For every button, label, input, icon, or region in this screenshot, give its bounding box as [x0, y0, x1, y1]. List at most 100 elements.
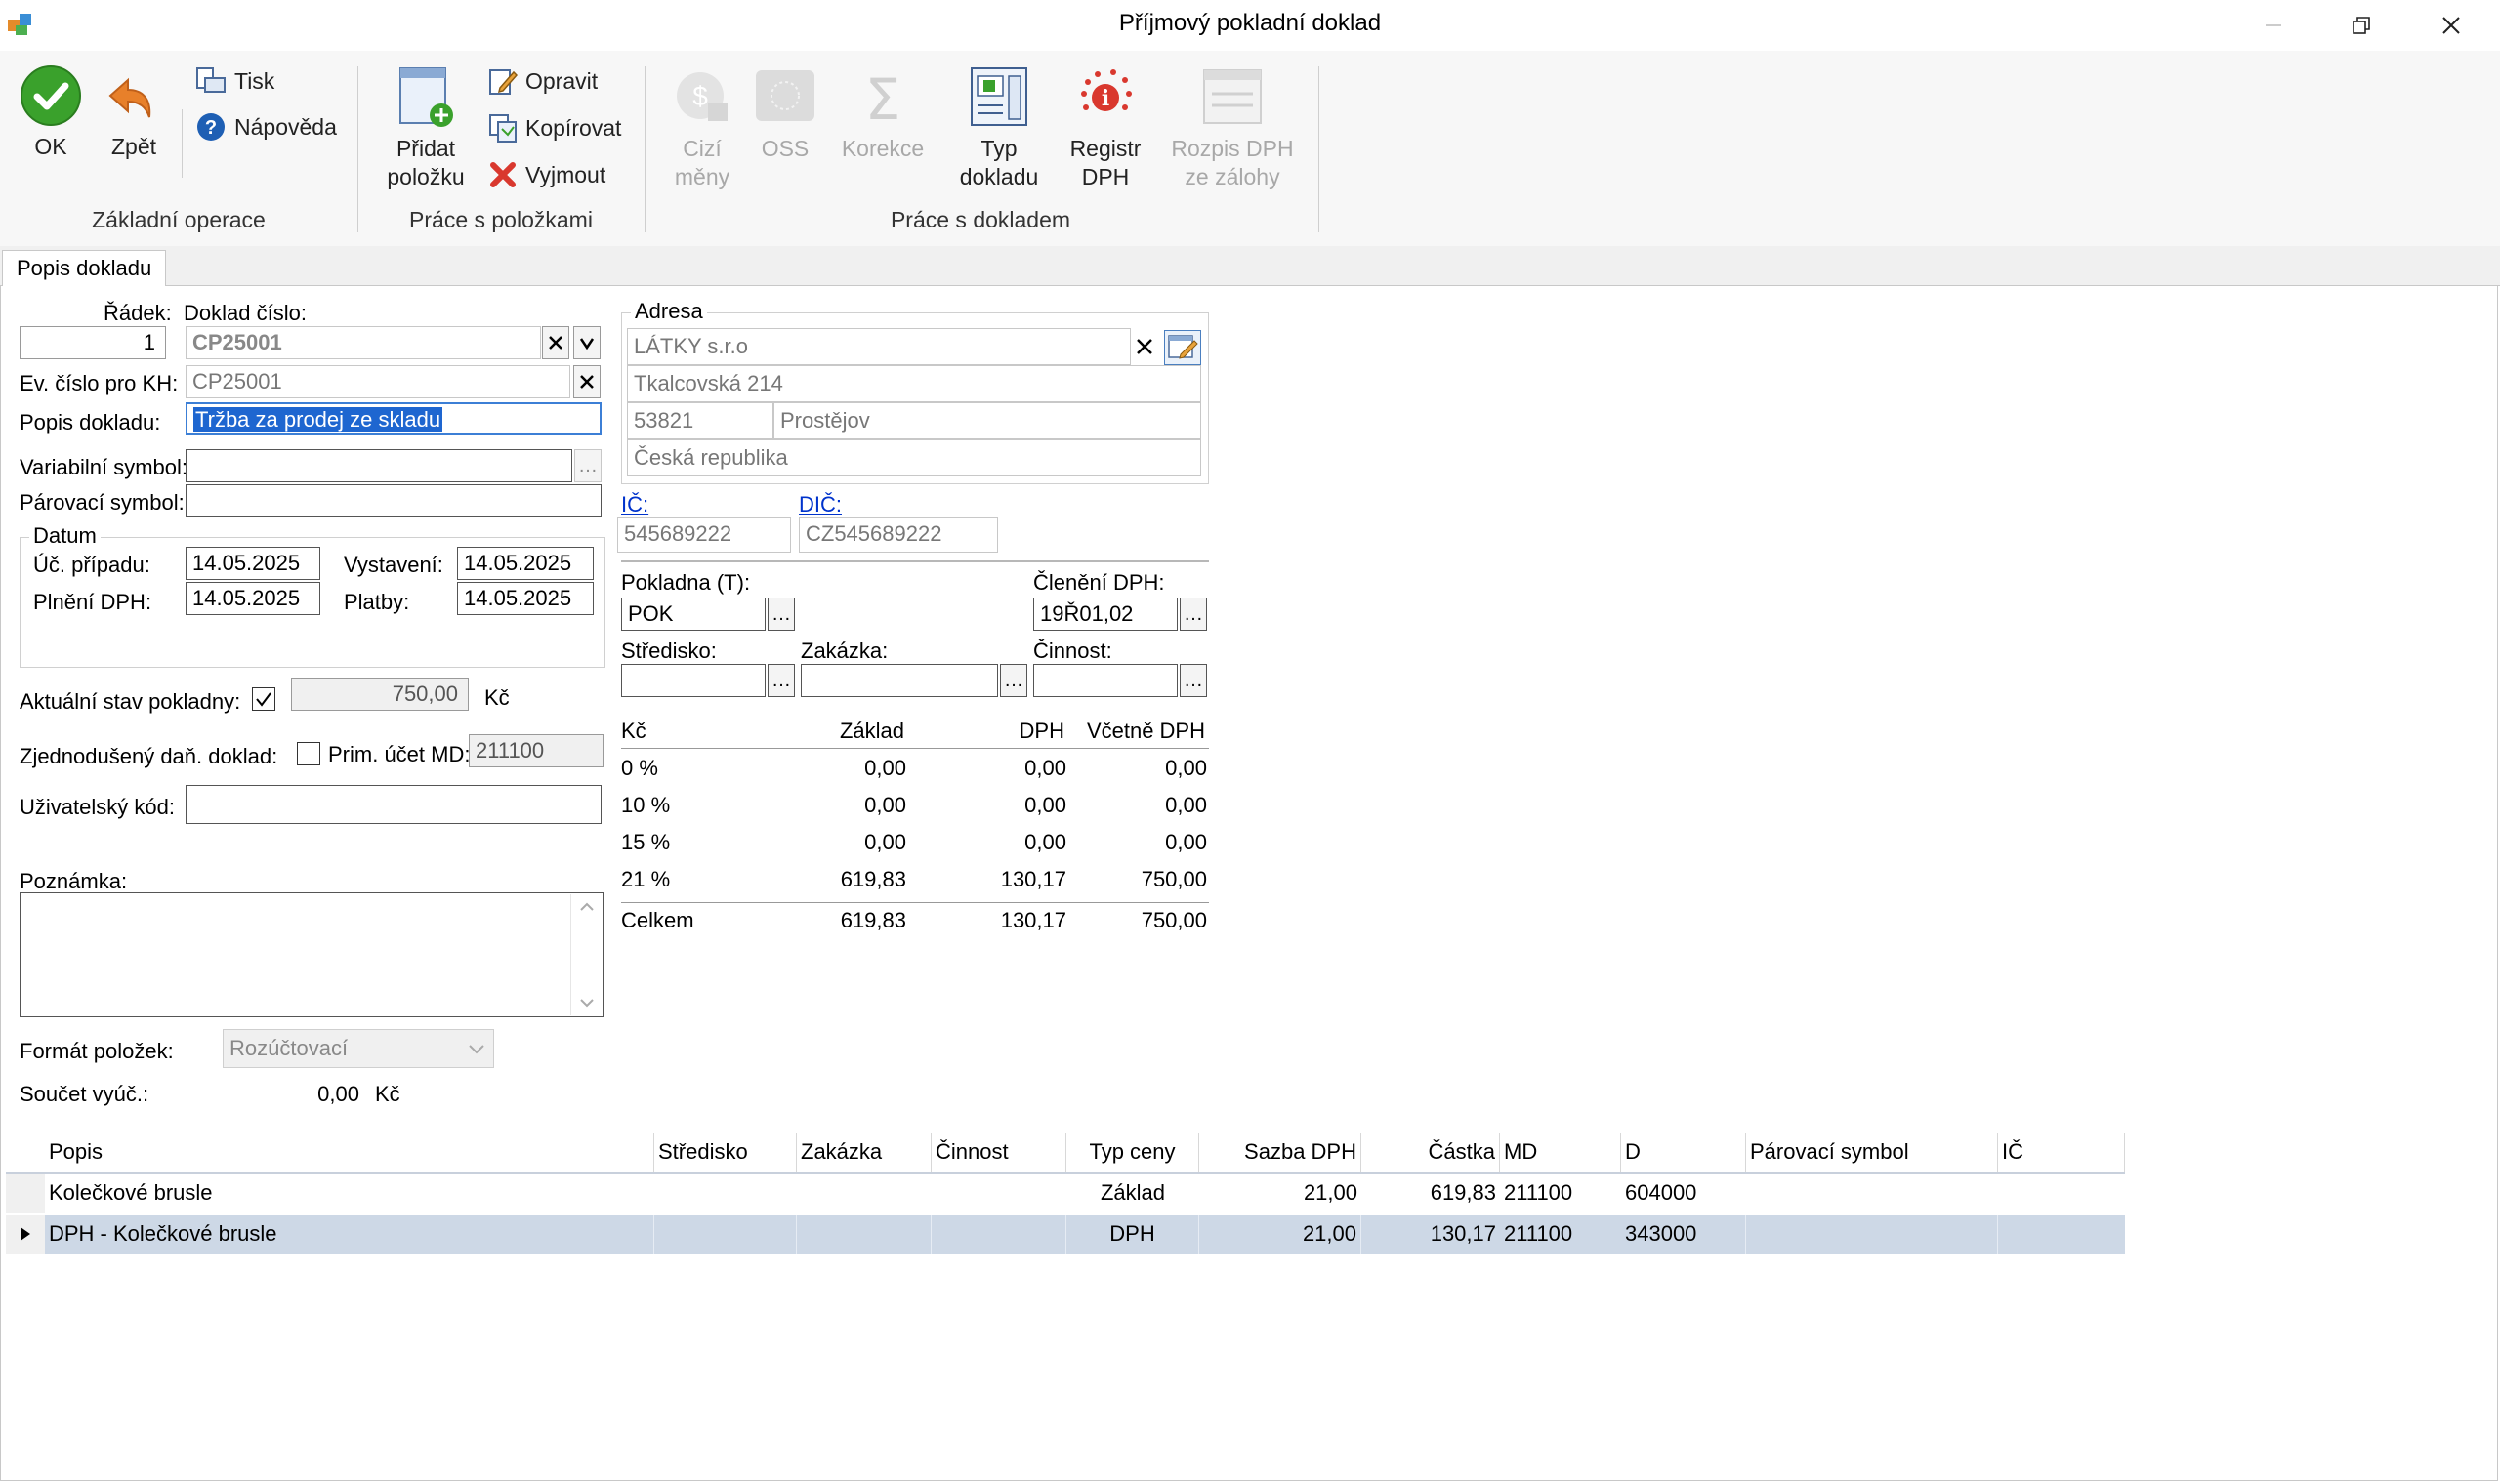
- address-city-field[interactable]: Prostějov: [773, 402, 1201, 439]
- address-name-field[interactable]: LÁTKY s.r.o: [627, 328, 1131, 365]
- col-header-center[interactable]: Středisko: [654, 1133, 797, 1172]
- row-field[interactable]: 1: [20, 326, 166, 359]
- cell-description[interactable]: Kolečkové brusle: [45, 1174, 654, 1213]
- document-type-button[interactable]: Typ dokladu: [945, 64, 1053, 191]
- cell-activity[interactable]: [932, 1174, 1066, 1213]
- clear-doc-number-button[interactable]: [542, 326, 569, 359]
- cell-description[interactable]: DPH - Kolečkové brusle: [45, 1215, 654, 1254]
- copy-button[interactable]: Kopírovat: [488, 113, 621, 143]
- cell-vat-rate[interactable]: 21,00: [1199, 1174, 1361, 1213]
- address-street-field[interactable]: Tkalcovská 214: [627, 365, 1201, 402]
- activity-field[interactable]: [1033, 664, 1178, 697]
- cell-pairing-symbol[interactable]: [1746, 1174, 1998, 1213]
- ic-link[interactable]: IČ:: [621, 492, 648, 517]
- payment-date-field[interactable]: 14.05.2025: [457, 582, 594, 615]
- doc-number-field[interactable]: CP25001: [186, 326, 541, 359]
- note-field[interactable]: [20, 892, 604, 1017]
- clear-x-icon: [580, 375, 594, 389]
- cell-activity[interactable]: [932, 1215, 1066, 1254]
- variable-symbol-field[interactable]: [186, 449, 572, 482]
- cell-md[interactable]: 211100: [1500, 1215, 1621, 1254]
- item-format-select[interactable]: Rozúčtovací: [223, 1029, 494, 1068]
- vat-class-browse-button[interactable]: …: [1180, 598, 1207, 631]
- row-indicator[interactable]: [6, 1215, 45, 1254]
- cell-ic[interactable]: [1998, 1215, 2125, 1254]
- vat-date-field[interactable]: 14.05.2025: [186, 582, 320, 615]
- doc-number-dropdown-button[interactable]: [573, 326, 601, 359]
- cell-pairing-symbol[interactable]: [1746, 1215, 1998, 1254]
- cell-center[interactable]: [654, 1215, 797, 1254]
- cell-order[interactable]: [797, 1215, 932, 1254]
- cell-vat-rate[interactable]: 21,00: [1199, 1215, 1361, 1254]
- cell-amount[interactable]: 619,83: [1361, 1174, 1500, 1213]
- clear-ev-number-button[interactable]: [573, 365, 601, 398]
- center-browse-button[interactable]: …: [768, 664, 795, 697]
- cell-ic[interactable]: [1998, 1174, 2125, 1213]
- ellipsis-icon: …: [578, 454, 598, 476]
- cash-state-checkbox[interactable]: [252, 687, 275, 711]
- edit-address-button[interactable]: [1164, 330, 1201, 365]
- cell-center[interactable]: [654, 1174, 797, 1213]
- restore-button[interactable]: [2316, 0, 2406, 51]
- cell-amount[interactable]: 130,17: [1361, 1215, 1500, 1254]
- user-code-field[interactable]: [186, 785, 602, 824]
- cell-d[interactable]: 343000: [1621, 1215, 1746, 1254]
- cash-register-browse-button[interactable]: …: [768, 598, 795, 631]
- vat-split-button[interactable]: Rozpis DPH ze zálohy: [1166, 64, 1299, 191]
- cell-order[interactable]: [797, 1174, 932, 1213]
- col-header-price-type[interactable]: Typ ceny: [1066, 1133, 1199, 1172]
- row-indicator[interactable]: [6, 1174, 45, 1213]
- vat-class-field[interactable]: 19Ř01,02: [1033, 598, 1178, 631]
- description-field[interactable]: Tržba za prodej ze skladu: [186, 402, 602, 435]
- address-country-field[interactable]: Česká republika: [627, 439, 1201, 476]
- variable-symbol-browse-button[interactable]: …: [574, 449, 602, 482]
- order-field[interactable]: [801, 664, 998, 697]
- cell-d[interactable]: 604000: [1621, 1174, 1746, 1213]
- cell-price-type[interactable]: Základ: [1066, 1174, 1199, 1213]
- col-header-pairing-symbol[interactable]: Párovací symbol: [1746, 1133, 1998, 1172]
- dic-link[interactable]: DIČ:: [799, 492, 842, 517]
- tab-document-description[interactable]: Popis dokladu: [2, 250, 167, 286]
- table-row-selected[interactable]: DPH - Kolečkové brusle DPH 21,00 130,17 …: [6, 1215, 2125, 1254]
- center-field[interactable]: [621, 664, 766, 697]
- col-header-md[interactable]: MD: [1500, 1133, 1621, 1172]
- minimize-button[interactable]: [2229, 0, 2318, 51]
- col-header-vat-rate[interactable]: Sazba DPH: [1199, 1133, 1361, 1172]
- col-header-ic[interactable]: IČ: [1998, 1133, 2125, 1172]
- cell-price-type[interactable]: DPH: [1066, 1215, 1199, 1254]
- col-header-description[interactable]: Popis: [45, 1133, 654, 1172]
- col-header-amount[interactable]: Částka: [1361, 1133, 1500, 1172]
- print-button[interactable]: Tisk: [195, 66, 274, 96]
- help-button[interactable]: ? Nápověda: [195, 111, 337, 143]
- oss-button[interactable]: OSS: [748, 64, 822, 163]
- issue-date-field[interactable]: 14.05.2025: [457, 547, 594, 580]
- cut-button[interactable]: Vyjmout: [488, 160, 605, 189]
- add-item-button[interactable]: Přidat položku: [375, 64, 477, 191]
- address-zip-field[interactable]: 53821: [627, 402, 773, 439]
- accounting-date-field[interactable]: 14.05.2025: [186, 547, 320, 580]
- cash-register-field[interactable]: POK: [621, 598, 766, 631]
- vat-registry-button[interactable]: i Registr DPH: [1064, 64, 1146, 191]
- ev-number-field[interactable]: CP25001: [186, 365, 570, 398]
- note-scrollbar[interactable]: [570, 894, 603, 1015]
- correction-button[interactable]: Σ Korekce: [834, 64, 932, 163]
- back-button[interactable]: Zpět: [98, 64, 170, 161]
- primary-account-field[interactable]: 211100: [469, 734, 604, 767]
- cell-md[interactable]: 211100: [1500, 1174, 1621, 1213]
- col-header-d[interactable]: D: [1621, 1133, 1746, 1172]
- col-header-order[interactable]: Zakázka: [797, 1133, 932, 1172]
- col-header-activity[interactable]: Činnost: [932, 1133, 1066, 1172]
- close-button[interactable]: [2406, 0, 2496, 51]
- activity-browse-button[interactable]: …: [1180, 664, 1207, 697]
- dic-field[interactable]: CZ545689222: [799, 517, 998, 553]
- clear-address-button[interactable]: [1131, 330, 1158, 363]
- order-browse-button[interactable]: …: [1000, 664, 1027, 697]
- simplified-doc-checkbox[interactable]: [297, 742, 320, 765]
- table-row[interactable]: Kolečkové brusle Základ 21,00 619,83 211…: [6, 1174, 2125, 1213]
- activity-label: Činnost:: [1033, 639, 1112, 663]
- pairing-symbol-field[interactable]: [186, 484, 602, 517]
- ok-button[interactable]: OK: [14, 64, 88, 161]
- edit-button[interactable]: Opravit: [488, 66, 598, 96]
- ic-field[interactable]: 545689222: [617, 517, 791, 553]
- foreign-currency-button[interactable]: $ Cizí měny: [660, 64, 744, 191]
